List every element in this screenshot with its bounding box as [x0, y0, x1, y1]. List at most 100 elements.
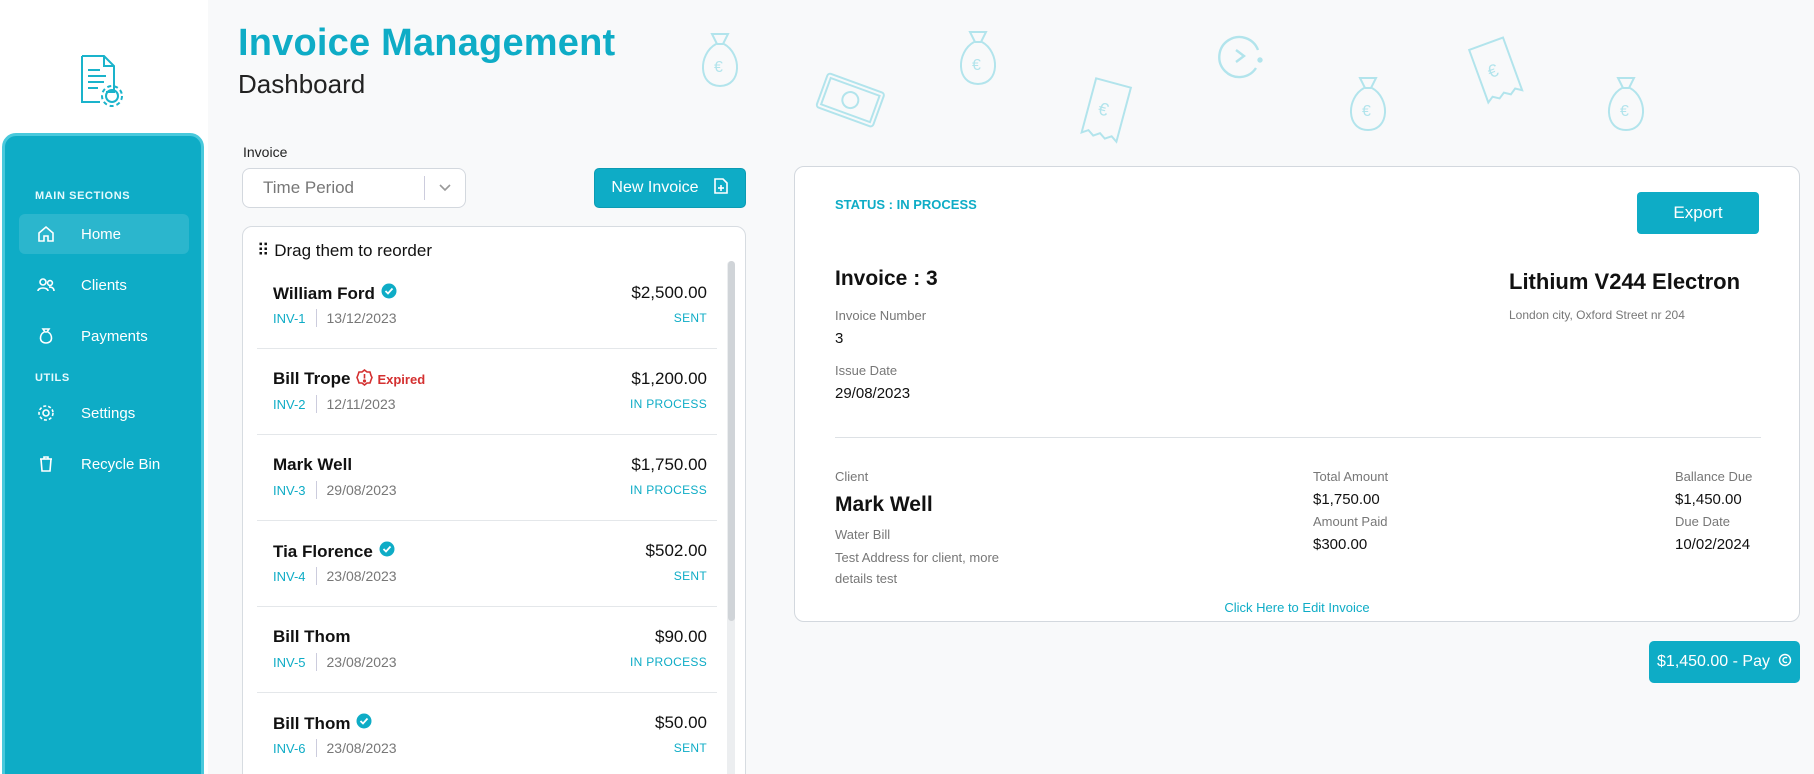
- home-icon: [35, 223, 57, 245]
- invoice-id: INV-2: [273, 396, 306, 412]
- gear-icon: [35, 402, 57, 424]
- money-bag-icon: [35, 325, 57, 347]
- sidebar-item-label: Recycle Bin: [81, 455, 161, 473]
- svg-text:€: €: [1096, 98, 1111, 120]
- svg-text:€: €: [1362, 103, 1371, 120]
- money-bag-icon: €: [1340, 72, 1396, 136]
- scrollbar-thumb[interactable]: [728, 261, 735, 621]
- invoice-title: Invoice : 3: [835, 267, 938, 290]
- amount-paid-label: Amount Paid: [1313, 514, 1388, 529]
- invoice-status: IN PROCESS: [629, 655, 707, 669]
- pay-button[interactable]: $1,450.00 - Pay: [1649, 641, 1800, 683]
- sidebar-item-settings[interactable]: Settings: [19, 393, 189, 433]
- add-document-icon: [713, 177, 729, 200]
- company-address: London city, Oxford Street nr 204: [1509, 308, 1685, 322]
- invoice-date: 29/08/2023: [326, 482, 397, 498]
- client-name: Bill Thom: [273, 713, 351, 733]
- invoice-settings-logo-icon: [78, 52, 126, 108]
- invoice-date: 23/08/2023: [326, 740, 397, 756]
- client-name: Bill Trope: [273, 369, 351, 388]
- sidebar-item-label: Payments: [81, 327, 148, 345]
- client-address: Test Address for client, more details te…: [835, 550, 1000, 586]
- sidebar-item-payments[interactable]: Payments: [19, 316, 189, 356]
- new-invoice-button[interactable]: New Invoice: [594, 168, 746, 208]
- page-title: Invoice Management: [238, 22, 616, 64]
- invoice-number-label: Invoice Number: [835, 308, 927, 323]
- clients-icon: [35, 274, 57, 296]
- sidebar-item-recycle-bin[interactable]: Recycle Bin: [19, 444, 189, 484]
- bill-note: Water Bill: [835, 527, 891, 542]
- invoice-amount: $1,200.00: [631, 369, 707, 388]
- chevron-down-icon: [425, 183, 465, 193]
- edit-invoice-link[interactable]: Click Here to Edit Invoice: [795, 600, 1799, 615]
- new-invoice-label: New Invoice: [611, 179, 699, 196]
- meta-divider: [315, 567, 317, 585]
- meta-divider: [315, 309, 317, 327]
- invoice-row[interactable]: William Ford INV-1 13/12/2023 $2,500.00 S…: [257, 263, 717, 349]
- invoice-amount: $502.00: [645, 541, 707, 560]
- page-subtitle: Dashboard: [238, 69, 366, 99]
- invoice-date: 13/12/2023: [326, 310, 397, 326]
- total-amount-label: Total Amount: [1313, 469, 1389, 484]
- svg-text:€: €: [714, 59, 723, 76]
- time-period-value: Time Period: [263, 178, 355, 197]
- due-date-value: 10/02/2024: [1675, 536, 1751, 553]
- sidebar-section-main: MAIN SECTIONS: [35, 190, 131, 202]
- receipt-icon: €: [1466, 36, 1526, 106]
- invoice-status: IN PROCESS: [629, 483, 707, 497]
- verified-check-icon: [379, 541, 395, 562]
- client-name: Mark Well: [273, 455, 353, 474]
- invoice-amount: $50.00: [655, 713, 707, 732]
- invoice-amount: $90.00: [655, 627, 707, 646]
- invoice-number-value: 3: [835, 330, 844, 347]
- sidebar: MAIN SECTIONS Home Clients Payments UTIL…: [2, 133, 204, 774]
- sidebar-item-home[interactable]: Home: [19, 214, 189, 254]
- invoice-amount: $2,500.00: [631, 283, 707, 302]
- invoice-row[interactable]: Mark Well INV-3 29/08/2023 $1,750.00 IN P…: [257, 435, 717, 521]
- invoice-id: INV-6: [273, 740, 306, 756]
- coins-icon: [1778, 653, 1792, 672]
- sidebar-item-clients[interactable]: Clients: [19, 265, 189, 305]
- sidebar-item-label: Home: [81, 225, 122, 243]
- invoice-filter-label: Invoice: [243, 144, 288, 160]
- invoice-row[interactable]: Bill Thom INV-6 23/08/2023 $50.00 SENT: [257, 693, 717, 774]
- invoice-status: IN PROCESS: [629, 397, 707, 411]
- invoice-status: SENT: [673, 741, 707, 755]
- divider: [835, 437, 1761, 438]
- timer-icon: [1212, 28, 1268, 84]
- export-button[interactable]: Export: [1637, 192, 1759, 234]
- invoice-date: 23/08/2023: [326, 568, 397, 584]
- svg-text:€: €: [972, 57, 981, 74]
- client-name: William Ford: [273, 283, 375, 303]
- invoice-amount: $1,750.00: [631, 455, 707, 474]
- amount-paid-value: $300.00: [1313, 536, 1368, 553]
- money-bag-icon: €: [692, 28, 748, 92]
- company-name: Lithium V244 Electron: [1509, 269, 1741, 294]
- sidebar-section-utils: UTILS: [35, 372, 70, 384]
- invoice-id: INV-3: [273, 482, 306, 498]
- svg-text:€: €: [1485, 60, 1501, 82]
- client-name: Mark Well: [835, 493, 933, 516]
- invoice-status: SENT: [673, 569, 707, 583]
- meta-divider: [315, 481, 317, 499]
- invoice-row[interactable]: Bill Trope Expired INV-2 12/11/2023 $1,20…: [257, 349, 717, 435]
- trash-icon: [35, 453, 57, 475]
- cash-bills-icon: [812, 68, 888, 134]
- drag-hint: ⠿ Drag them to reorder: [257, 241, 432, 260]
- invoice-id: INV-5: [273, 654, 306, 670]
- drag-handle-icon[interactable]: ⠿: [257, 241, 269, 260]
- svg-text:€: €: [1620, 103, 1629, 120]
- invoice-row[interactable]: Bill Thom INV-5 23/08/2023 $90.00 IN PROC…: [257, 607, 717, 693]
- client-name: Tia Florence: [273, 541, 373, 561]
- invoice-list: ⠿ Drag them to reorder William Ford INV-…: [242, 226, 746, 774]
- time-period-select[interactable]: Time Period: [242, 168, 466, 208]
- issue-date-value: 29/08/2023: [835, 385, 911, 402]
- invoice-date: 12/11/2023: [326, 396, 396, 412]
- total-amount-value: $1,750.00: [1313, 491, 1380, 508]
- invoice-detail-card: STATUS : IN PROCESS Export Invoice : 3 I…: [794, 166, 1800, 622]
- receipt-icon: €: [1076, 76, 1136, 146]
- money-bag-icon: €: [1598, 72, 1654, 136]
- due-date-label: Due Date: [1675, 514, 1730, 529]
- invoice-row[interactable]: Tia Florence INV-4 23/08/2023 $502.00 SEN…: [257, 521, 717, 607]
- client-name: Bill Thom: [273, 627, 351, 646]
